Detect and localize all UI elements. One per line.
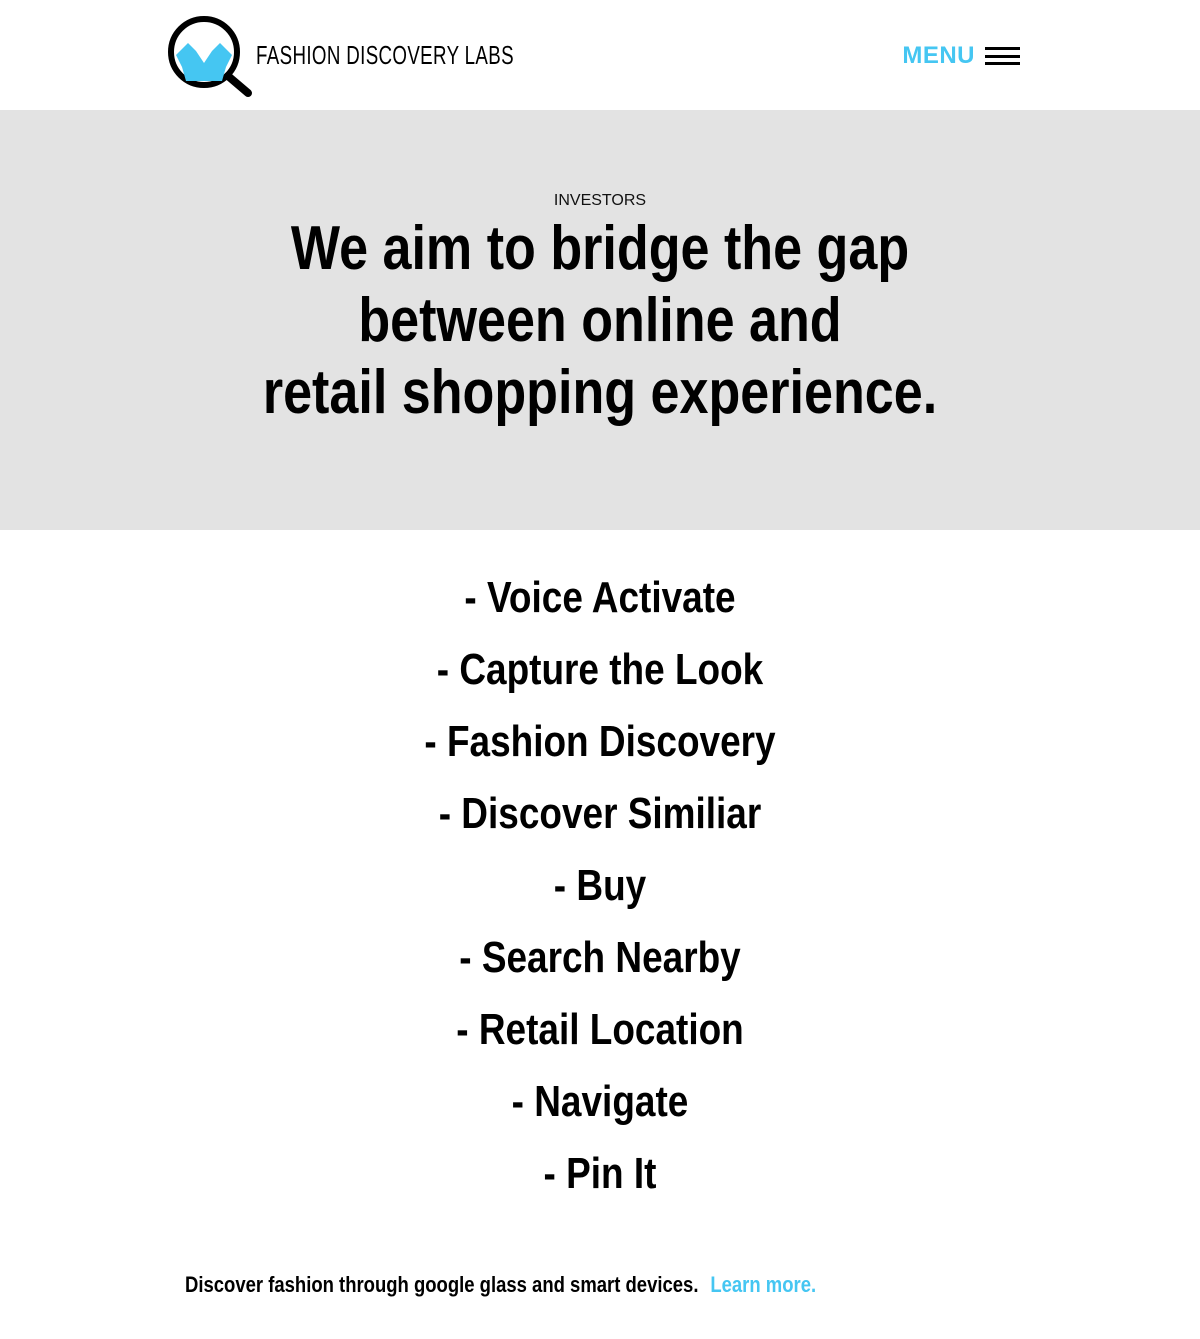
menu-button[interactable]: MENU <box>902 42 1020 70</box>
feature-item: - Retail Location <box>456 1005 744 1054</box>
feature-list: - Voice Activate - Capture the Look - Fa… <box>0 530 1200 1210</box>
hamburger-bar <box>985 62 1020 65</box>
headline-line: retail shopping experience. <box>262 358 938 427</box>
hero-headline: We aim to bridge the gap between online … <box>96 213 1104 429</box>
headline-line: We aim to bridge the gap <box>290 214 910 283</box>
feature-item: - Voice Activate <box>464 573 736 622</box>
feature-item: - Pin It <box>543 1149 657 1198</box>
hamburger-bar <box>985 54 1020 58</box>
hamburger-bar <box>985 47 1020 50</box>
site-header: FASHION DISCOVERY LABS MENU <box>0 0 1200 110</box>
feature-item: - Fashion Discovery <box>424 717 776 766</box>
hamburger-icon <box>985 47 1020 65</box>
logo-link[interactable]: FASHION DISCOVERY LABS <box>164 15 614 97</box>
feature-item: - Navigate <box>511 1077 689 1126</box>
menu-label: MENU <box>902 42 975 69</box>
logo-text: FASHION DISCOVERY LABS <box>256 39 514 70</box>
section-eyebrow: INVESTORS <box>553 192 647 209</box>
learn-more-link[interactable]: Learn more. <box>710 1272 816 1297</box>
headline-line: between online and <box>358 286 842 355</box>
feature-item: - Capture the Look <box>436 645 764 694</box>
feature-item: - Buy <box>553 861 647 910</box>
hero-section: INVESTORS We aim to bridge the gap betwe… <box>0 110 1200 530</box>
footer-text: Discover fashion through google glass an… <box>185 1272 699 1297</box>
feature-item: - Search Nearby <box>459 933 741 982</box>
feature-item: - Discover Similiar <box>438 789 762 838</box>
magnifier-shirt-icon <box>168 16 252 97</box>
footer-tagline: Discover fashion through google glass an… <box>185 1272 816 1298</box>
